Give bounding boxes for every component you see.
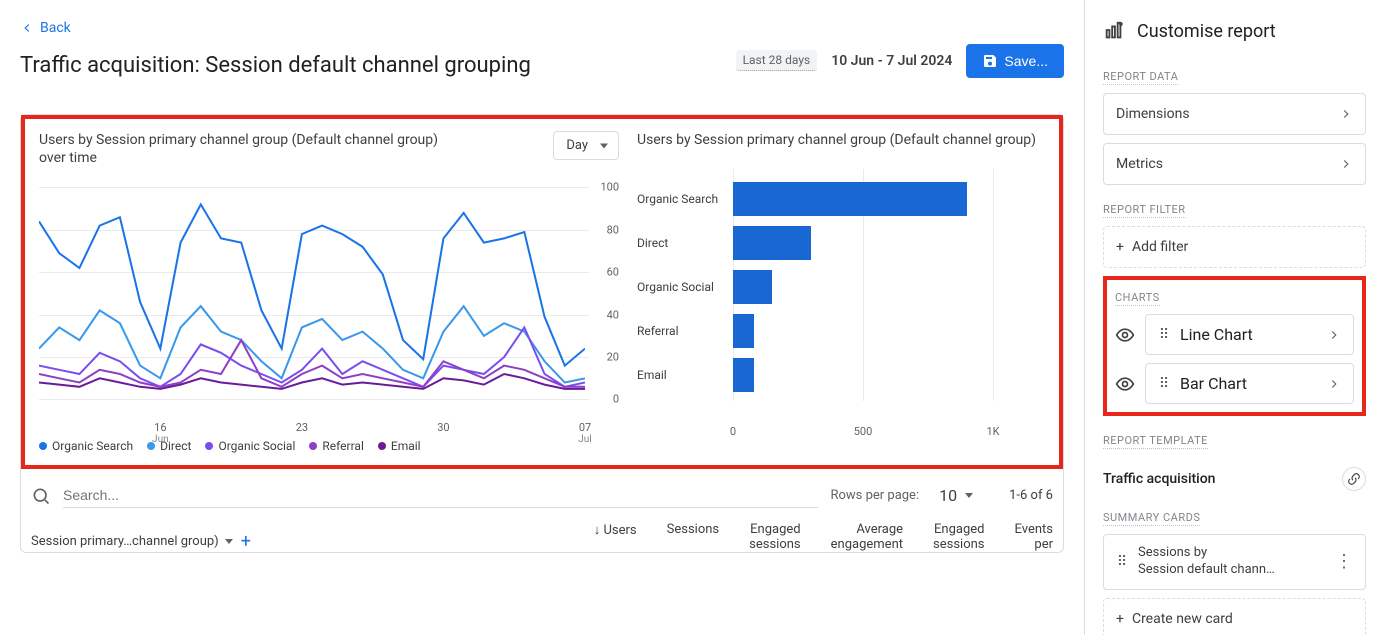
dimensions-row[interactable]: Dimensions [1103,93,1366,135]
drag-handle-icon[interactable]: ⠿ [1116,554,1128,570]
chevron-right-icon [1327,377,1341,391]
search-input[interactable] [63,483,818,508]
time-badge[interactable]: Last 28 days [736,50,818,71]
create-card-button[interactable]: + Create new card [1103,598,1366,635]
arrow-left-icon [20,21,34,35]
page-title: Traffic acquisition: Session default cha… [20,53,531,78]
legend: Organic SearchDirectOrganic SocialReferr… [39,439,619,453]
chevron-right-icon [1327,328,1341,342]
drag-handle-icon[interactable]: ⠿ [1158,376,1170,392]
save-label: Save... [1004,53,1048,69]
column-header[interactable]: Engagedsessions [749,522,801,552]
plus-icon: + [1116,611,1124,627]
column-header[interactable]: Sessions [667,522,720,552]
add-filter-button[interactable]: + Add filter [1103,226,1366,268]
line-chart-panel: Users by Session primary channel group (… [39,131,619,453]
bar-row: Direct [637,221,1045,265]
add-dimension-button[interactable]: + [241,531,251,552]
bar-row: Organic Social [637,265,1045,309]
section-report-template: REPORT TEMPLATE [1103,434,1208,449]
save-icon [982,53,998,69]
summary-card-text: Sessions by Session default chann… [1138,545,1275,579]
line-series [39,179,585,391]
metrics-row[interactable]: Metrics [1103,143,1366,185]
section-report-filter: REPORT FILTER [1103,203,1186,218]
back-link[interactable]: Back [20,20,71,36]
legend-item[interactable]: Email [378,439,421,453]
column-header[interactable]: Averageengagement [831,522,903,552]
chevron-right-icon [1339,107,1353,121]
visibility-icon[interactable] [1115,325,1135,345]
plus-icon: + [1116,239,1124,255]
column-header[interactable]: ↓ Users [594,522,637,552]
card-menu-button[interactable]: ⋮ [1335,551,1353,572]
bar-row: Referral [637,309,1045,353]
bar-chart: Organic SearchDirectOrganic SocialReferr… [637,169,1045,429]
charts-card: Users by Session primary channel group (… [20,114,1064,553]
unlink-icon [1347,472,1361,486]
column-header[interactable]: Engagedsessions [933,522,985,552]
save-button[interactable]: Save... [966,44,1064,78]
section-summary-cards: SUMMARY CARDS [1103,511,1200,526]
search-icon [31,486,51,506]
line-chart-title: Users by Session primary channel group (… [39,131,459,167]
legend-item[interactable]: Organic Search [39,439,133,453]
bar-chart-row[interactable]: ⠿ Bar Chart [1145,363,1354,404]
rows-per-page-select[interactable]: 10 [939,486,973,505]
visibility-icon[interactable] [1115,374,1135,394]
template-row: Traffic acquisition [1103,457,1366,501]
page-range: 1-6 of 6 [1009,488,1053,503]
date-range[interactable]: 10 Jun - 7 Jul 2024 [831,53,952,69]
column-header[interactable]: Eventsper [1015,522,1053,552]
template-name: Traffic acquisition [1103,471,1215,487]
unlink-template-button[interactable] [1342,467,1366,491]
legend-item[interactable]: Organic Social [205,439,295,453]
customise-header: Customise report [1103,20,1366,42]
bar-row: Organic Search [637,177,1045,221]
bar-chart-title: Users by Session primary channel group (… [637,131,1045,149]
line-chart-row[interactable]: ⠿ Line Chart [1145,314,1354,355]
dimension-select[interactable]: Session primary…channel group) [31,534,233,549]
chevron-right-icon [1339,157,1353,171]
bar-row: Email [637,353,1045,397]
customise-icon [1103,20,1125,42]
back-label: Back [40,20,71,36]
bar-chart-panel: Users by Session primary channel group (… [637,131,1045,453]
section-charts: CHARTS [1115,291,1160,306]
granularity-select[interactable]: Day [553,131,619,160]
line-chart: 020406080100 16Jun233007Jul [39,171,619,431]
drag-handle-icon[interactable]: ⠿ [1158,327,1170,343]
legend-item[interactable]: Referral [309,439,364,453]
section-report-data: REPORT DATA [1103,70,1178,85]
summary-card[interactable]: ⠿ Sessions by Session default chann… ⋮ [1103,534,1366,590]
rows-per-page-label: Rows per page: [830,488,919,503]
